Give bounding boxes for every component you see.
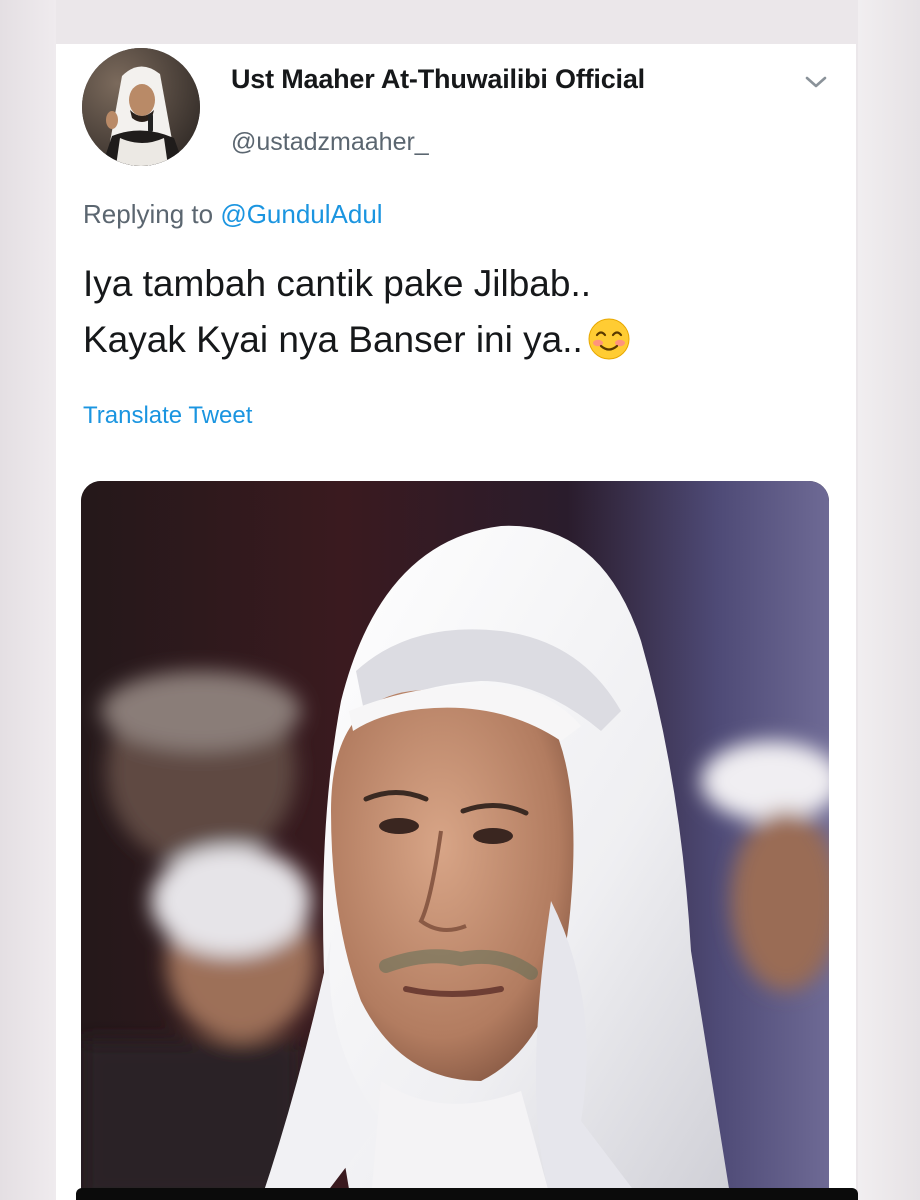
- screen-frame-left: [0, 0, 56, 1200]
- replying-to-label: Replying to: [83, 199, 214, 229]
- display-name[interactable]: Ust Maaher At-Thuwailibi Official: [231, 64, 645, 95]
- tweet-text-line-1: Iya tambah cantik pake Jilbab..: [83, 263, 592, 304]
- replying-to-line: Replying to @GundulAdul: [83, 199, 383, 230]
- screen-frame-right: [858, 0, 920, 1200]
- bottom-edge-bar: [76, 1188, 858, 1200]
- tweet-text: Iya tambah cantik pake Jilbab.. Kayak Ky…: [83, 256, 833, 377]
- avatar[interactable]: [82, 48, 200, 166]
- user-handle[interactable]: @ustadzmaaher_: [231, 128, 429, 157]
- translate-tweet-link[interactable]: Translate Tweet: [83, 402, 252, 430]
- avatar-image: [82, 48, 200, 166]
- tweet-card: Ust Maaher At-Thuwailibi Official @ustad…: [56, 44, 856, 1200]
- tweet-text-line-2-wrap: Kayak Kyai nya Banser ini ya..: [83, 312, 833, 377]
- photo-image: [81, 481, 829, 1200]
- chevron-down-icon[interactable]: [802, 70, 830, 94]
- tweet-media-photo[interactable]: [81, 481, 829, 1200]
- reply-to-mention[interactable]: @GundulAdul: [220, 199, 382, 229]
- tweet-text-line-2: Kayak Kyai nya Banser ini ya..: [83, 319, 583, 360]
- smiling-face-with-blush-icon: [587, 317, 631, 377]
